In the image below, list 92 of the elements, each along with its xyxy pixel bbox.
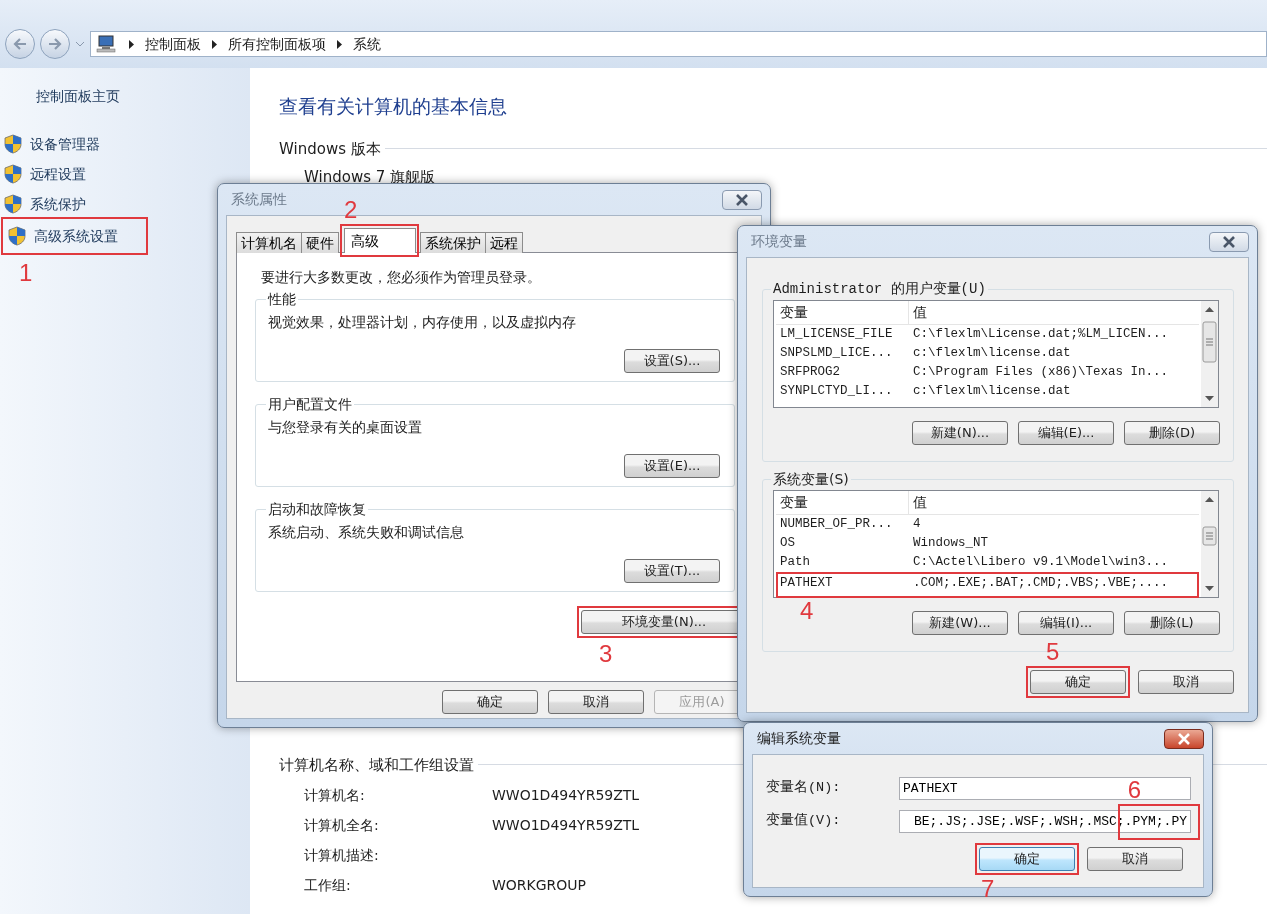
breadcrumb-link[interactable]: 控制面板	[145, 33, 201, 55]
window-title: 系统属性	[231, 190, 287, 209]
close-icon	[1222, 235, 1236, 248]
forward-button[interactable]	[40, 29, 70, 59]
close-button[interactable]	[1209, 231, 1249, 252]
sidebar-link[interactable]: 设备管理器	[30, 133, 100, 155]
window-title: 编辑系统变量	[757, 729, 841, 748]
edition-text: Windows 7 旗舰版	[304, 168, 436, 186]
field-label: 计算机描述:	[304, 845, 380, 865]
back-button[interactable]	[5, 29, 35, 59]
sidebar-link[interactable]: 远程设置	[30, 163, 86, 185]
group-title: Administrator 的用户变量(U)	[772, 282, 987, 296]
forward-arrow-icon	[47, 37, 63, 51]
group-description: 系统启动、系统失败和调试信息	[268, 523, 464, 542]
chevron-icon	[128, 39, 135, 49]
button[interactable]: 确定	[442, 690, 538, 714]
button[interactable]: 取消	[1138, 670, 1234, 694]
step-number: 3	[599, 642, 613, 666]
tab[interactable]: 硬件	[301, 232, 339, 253]
button[interactable]: 删除(L)	[1124, 611, 1220, 635]
list-row[interactable]: PATHEXT .COM;.EXE;.BAT;.CMD;.VBS;.VBE;....	[776, 573, 1197, 594]
button[interactable]: 取消	[1087, 847, 1183, 871]
button[interactable]: 编辑(E)...	[1018, 421, 1114, 445]
field-label: 工作组:	[304, 875, 352, 895]
column-header[interactable]: 值	[913, 494, 927, 510]
list-row[interactable]: Path C:\Actel\Libero v9.1\Model\win3...	[776, 553, 1199, 572]
close-button[interactable]	[722, 189, 762, 210]
list-row[interactable]: SNPSLMD_LICE... c:\flexlm\license.dat	[776, 344, 1199, 363]
list-row[interactable]: SRFPROG2 C:\Program Files (x86)\Texas In...	[776, 363, 1199, 382]
list-row[interactable]: NUMBER_OF_PR... 4	[776, 515, 1199, 534]
sidebar-link[interactable]: 系统保护	[30, 193, 86, 215]
button[interactable]: 确定	[1030, 670, 1126, 694]
close-icon	[735, 193, 749, 206]
dropdown-caret-icon	[75, 40, 85, 48]
step-number: 1	[19, 261, 33, 285]
step-number: 4	[800, 599, 814, 623]
breadcrumb-link[interactable]: 系统	[353, 33, 381, 55]
button[interactable]: 新建(N)...	[912, 421, 1008, 445]
window-title: 环境变量	[751, 232, 807, 251]
field-value: WORKGROUP	[492, 875, 587, 895]
button[interactable]: 编辑(I)...	[1018, 611, 1114, 635]
back-arrow-icon	[12, 37, 28, 51]
chevron-icon	[336, 39, 343, 49]
shield-icon	[4, 134, 22, 154]
column-header[interactable]: 值	[913, 304, 927, 320]
list-row[interactable]: SYNPLCTYD_LI... c:\flexlm\license.dat	[776, 382, 1199, 401]
step-number: 7	[981, 877, 995, 901]
group-title: 性能	[266, 292, 297, 306]
notice-text: 要进行大多数更改，您必须作为管理员登录。	[261, 269, 541, 285]
section-heading: 计算机名称、域和工作组设置	[279, 754, 474, 776]
button[interactable]: 删除(D)	[1124, 421, 1220, 445]
step-number: 2	[344, 198, 358, 222]
shield-icon	[4, 164, 22, 184]
computer-icon	[96, 35, 118, 53]
tab[interactable]: 高级	[344, 228, 416, 253]
tab[interactable]: 计算机名	[236, 232, 302, 253]
chevron-icon	[211, 39, 218, 49]
field-label: 变量值(V):	[766, 811, 842, 831]
button[interactable]: 确定	[979, 847, 1075, 871]
page-title: 查看有关计算机的基本信息	[279, 94, 508, 119]
sidebar-link[interactable]: 高级系统设置	[34, 225, 118, 247]
tab[interactable]: 系统保护	[420, 232, 486, 253]
address-bar[interactable]: 控制面板 所有控制面板项 系统	[90, 31, 1267, 57]
close-icon	[1177, 732, 1191, 745]
button[interactable]: 设置(S)...	[624, 349, 720, 373]
column-header[interactable]: 变量	[780, 302, 808, 323]
button[interactable]: 设置(T)...	[624, 559, 720, 583]
shield-icon	[8, 226, 26, 246]
sidebar-link[interactable]: 控制面板主页	[36, 86, 120, 107]
breadcrumb-link[interactable]: 所有控制面板项	[228, 33, 326, 55]
tab[interactable]: 远程	[485, 232, 523, 253]
column-header[interactable]: 变量	[780, 492, 808, 513]
step-number: 6	[1127, 778, 1141, 802]
list-row[interactable]: OS Windows_NT	[776, 534, 1199, 553]
shield-icon	[4, 194, 22, 214]
field-label: 计算机名:	[304, 785, 366, 805]
button[interactable]: 新建(W)...	[912, 611, 1008, 635]
group-title: 用户配置文件	[267, 397, 353, 411]
section-heading: Windows 版本	[279, 138, 381, 160]
step-number: 5	[1046, 640, 1060, 664]
button[interactable]: 设置(E)...	[624, 454, 720, 478]
group-title: 启动和故障恢复	[267, 502, 367, 516]
close-button[interactable]	[1164, 728, 1204, 749]
group-description: 与您登录有关的桌面设置	[268, 418, 422, 437]
field-value: WWO1D494YR59ZTL	[492, 785, 640, 805]
group-description: 视觉效果，处理器计划，内存使用，以及虚拟内存	[268, 313, 576, 332]
button[interactable]: 取消	[548, 690, 644, 714]
group-title: 系统变量(S)	[772, 472, 850, 486]
field-label: 计算机全名:	[304, 815, 380, 835]
field-value: WWO1D494YR59ZTL	[492, 815, 640, 835]
field-label: 变量名(N):	[766, 778, 842, 798]
list-row[interactable]: LM_LICENSE_FILE C:\flexlm\License.dat;%LM_LICEN...	[776, 325, 1199, 344]
